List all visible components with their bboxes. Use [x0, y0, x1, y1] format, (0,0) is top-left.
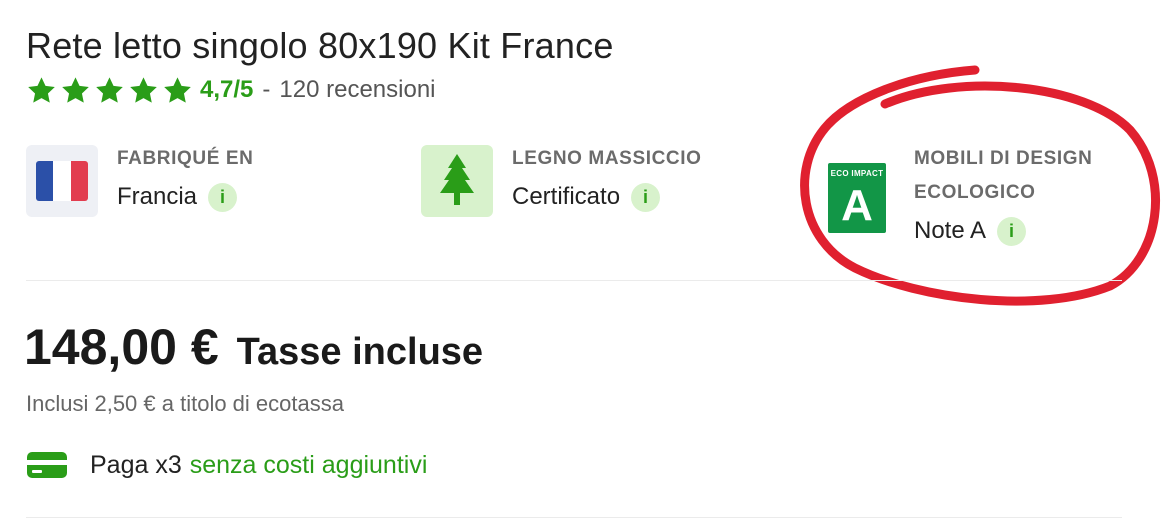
star-icon [164, 76, 191, 103]
feature-value: Francia i [117, 181, 238, 213]
france-flag-icon [26, 145, 98, 217]
section-divider-bottom [26, 517, 1122, 518]
reviews-link[interactable]: 120 recensioni [279, 76, 435, 104]
star-rating [26, 75, 193, 106]
star-icon [130, 76, 157, 103]
feature-value-text: Francia [117, 183, 198, 210]
info-icon[interactable]: i [208, 182, 238, 212]
rating-row[interactable]: 4,7/5 - 120 recensioni [26, 74, 436, 106]
rating-score: 4,7/5 [200, 76, 254, 103]
tree-icon [421, 145, 493, 217]
price: 148,00 € [24, 319, 219, 375]
installment-payment[interactable]: Paga x3 senza costi aggiuntivi [26, 449, 427, 481]
feature-label-line2: ECOLOGICO [914, 182, 1036, 203]
feature-value-text: Note A [914, 217, 987, 244]
feature-label: FABRIQUÉ EN [117, 148, 254, 169]
star-icon [96, 76, 123, 103]
eco-badge-grade: A [841, 181, 873, 230]
ecotax-note: Inclusi 2,50 € a titolo di ecotassa [26, 391, 344, 416]
section-divider [26, 280, 1122, 281]
feature-label: LEGNO MASSICCIO [512, 148, 702, 169]
rating-separator: - [262, 76, 271, 103]
feature-label-line1: MOBILI DI DESIGN [914, 148, 1093, 169]
product-title: Rete letto singolo 80x190 Kit France [26, 25, 614, 66]
feature-value-text: Certificato [512, 183, 621, 210]
eco-badge-title: ECO IMPACT [830, 169, 884, 178]
tax-note: Tasse incluse [236, 331, 484, 373]
price-block: 148,00 € Tasse incluse [24, 318, 483, 376]
star-icon [62, 76, 89, 103]
installment-label: Paga x3 [90, 450, 182, 479]
feature-value: Certificato i [512, 181, 661, 213]
star-icon [28, 76, 55, 103]
installment-extra: senza costi aggiuntivi [189, 450, 428, 479]
eco-impact-badge-icon: ECO IMPACT A [828, 163, 886, 233]
feature-value: Note A i [914, 215, 1027, 247]
info-icon[interactable]: i [631, 182, 661, 212]
credit-card-icon [27, 452, 67, 478]
info-icon[interactable]: i [997, 216, 1027, 246]
